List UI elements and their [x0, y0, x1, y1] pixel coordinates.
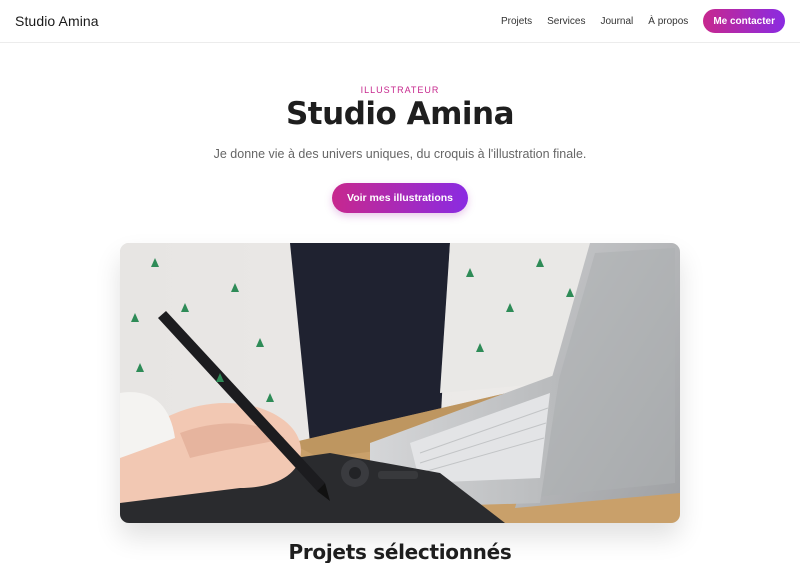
- nav-link-journal[interactable]: Journal: [600, 16, 633, 27]
- brand-logo-text[interactable]: Studio Amina: [15, 13, 99, 29]
- projects-section-title: Projets sélectionnés: [288, 540, 512, 563]
- hero-eyebrow: ILLUSTRATEUR: [360, 85, 440, 95]
- main-nav: Projets Services Journal À propos Me con…: [486, 9, 785, 33]
- nav-link-a-propos[interactable]: À propos: [648, 16, 688, 27]
- hero-title: Studio Amina: [285, 96, 515, 132]
- nav-link-services[interactable]: Services: [547, 16, 585, 27]
- top-navbar: Studio Amina Projets Services Journal À …: [0, 0, 800, 43]
- hero-subtitle: Je donne vie à des univers uniques, du c…: [213, 147, 587, 161]
- view-illustrations-button[interactable]: Voir mes illustrations: [332, 183, 468, 213]
- contact-button[interactable]: Me contacter: [703, 9, 785, 33]
- nav-link-projets[interactable]: Projets: [501, 16, 532, 27]
- hero-photo-drawing-tablet: [120, 243, 680, 523]
